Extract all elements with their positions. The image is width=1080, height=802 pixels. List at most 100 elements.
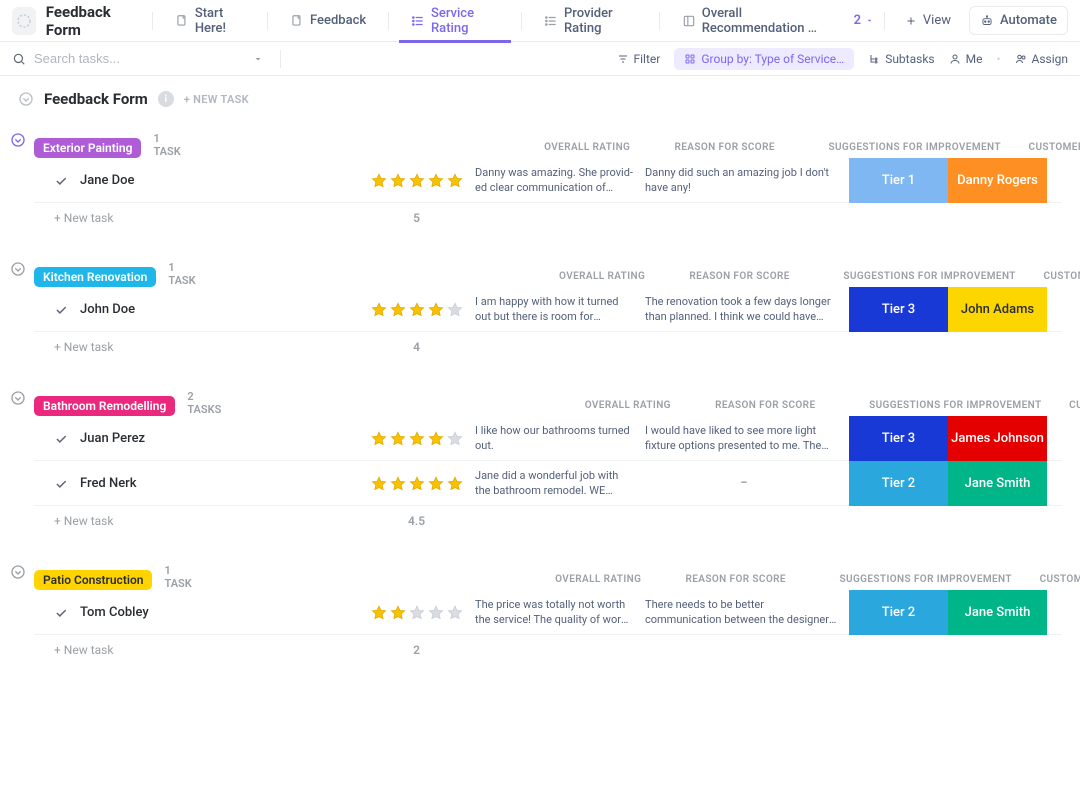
customer-tier-cell[interactable]: Tier 2 (849, 461, 948, 506)
service-provider-cell[interactable]: Jane Smith (948, 590, 1047, 635)
tab-label: Service Rating (431, 6, 499, 36)
subtasks-button[interactable]: Subtasks (868, 52, 934, 66)
col-customer-tier: CUSTOMER TIER (1020, 142, 1080, 153)
new-task-link[interactable]: + New task (34, 211, 364, 225)
table-row[interactable]: Jane Doe Danny was amazing. She provid­e… (34, 158, 1062, 203)
separator (659, 12, 660, 30)
assign-label: Assign (1032, 52, 1069, 66)
col-reason: REASON FOR SCORE (680, 400, 850, 411)
new-task-button[interactable]: + NEW TASK (184, 93, 249, 106)
star-icon (427, 604, 445, 622)
service-provider-cell[interactable]: John Adams (948, 287, 1047, 332)
group-pill[interactable]: Bathroom Remodelling (34, 396, 175, 416)
group-by-button[interactable]: Group by: Type of Service… (674, 48, 854, 70)
task-name: Fred Nerk (80, 476, 137, 491)
plus-icon (905, 15, 917, 27)
service-provider-cell[interactable]: Danny Rogers (948, 158, 1047, 203)
task-name: Jane Doe (80, 173, 135, 188)
star-icon (408, 430, 426, 448)
tab-service-rating[interactable]: Service Rating (399, 0, 511, 42)
check-icon[interactable] (54, 174, 68, 188)
info-icon[interactable]: i (158, 91, 174, 107)
table-row[interactable]: Fred Nerk Jane did a wonderful job with … (34, 461, 1062, 506)
service-provider-cell[interactable]: James Johnson (948, 416, 1047, 461)
hidden-views-menu[interactable]: 2 (854, 13, 874, 28)
assign-button[interactable]: Assign (1015, 52, 1069, 66)
check-icon[interactable] (54, 606, 68, 620)
col-overall-rating: OVERALL RATING (546, 574, 651, 585)
group-pill[interactable]: Exterior Painting (34, 138, 141, 158)
group-pill[interactable]: Kitchen Renovation (34, 267, 156, 287)
collapse-toggle[interactable] (10, 390, 26, 406)
check-icon[interactable] (54, 477, 68, 491)
group-header: Bathroom Remodelling 2 TASKS . OVERALL R… (34, 390, 1062, 416)
star-icon (408, 475, 426, 493)
tab-label: Provider Rating (564, 6, 637, 36)
col-reason: REASON FOR SCORE (655, 271, 825, 282)
collapse-toggle[interactable] (10, 261, 26, 277)
new-task-link[interactable]: + New task (34, 340, 364, 354)
rating-cell[interactable] (364, 301, 469, 319)
tab-feedback[interactable]: Feedback (278, 0, 378, 42)
search-input[interactable] (34, 51, 184, 66)
customer-tier-cell[interactable]: Tier 3 (849, 416, 948, 461)
separator (884, 12, 885, 30)
doc-icon (175, 14, 189, 28)
filter-button[interactable]: Filter (617, 52, 661, 66)
group-task-count: 1 TASK (164, 564, 191, 590)
group-average: 2 (364, 643, 469, 657)
star-icon (427, 172, 445, 190)
star-icon (389, 604, 407, 622)
workspace-icon[interactable] (12, 7, 36, 35)
star-icon (446, 604, 464, 622)
users-icon (1015, 53, 1027, 65)
group: Kitchen Renovation 1 TASK . OVERALL RATI… (34, 261, 1062, 362)
tab-start-here[interactable]: Start Here! (163, 0, 257, 42)
star-icon (446, 301, 464, 319)
check-icon[interactable] (54, 432, 68, 446)
tab-overall-recommendation[interactable]: Overall Recommendation … (670, 0, 846, 42)
collapse-toggle[interactable] (10, 132, 26, 148)
collapse-toggle[interactable] (10, 564, 26, 580)
group: Patio Construction 1 TASK . OVERALL RATI… (34, 564, 1062, 665)
rating-cell[interactable] (364, 475, 469, 493)
service-provider-cell[interactable]: Jane Smith (948, 461, 1047, 506)
star-icon (389, 301, 407, 319)
chevron-down-icon[interactable] (252, 53, 264, 65)
customer-tier-cell[interactable]: Tier 1 (849, 158, 948, 203)
customer-tier-cell[interactable]: Tier 2 (849, 590, 948, 635)
me-button[interactable]: Me (949, 52, 983, 66)
new-task-link[interactable]: + New task (34, 643, 364, 657)
chevron-down-circle-icon[interactable] (18, 91, 34, 107)
automate-label: Automate (1000, 13, 1057, 28)
task-name-cell: John Doe (34, 302, 364, 317)
tab-provider-rating[interactable]: Provider Rating (532, 0, 649, 42)
group-footer: + New task 4.5 (34, 506, 1062, 536)
automate-button[interactable]: Automate (969, 6, 1068, 35)
group-header: Patio Construction 1 TASK . OVERALL RATI… (34, 564, 1062, 590)
group-task-count: 2 TASKS (187, 390, 221, 416)
star-icon (408, 301, 426, 319)
tab-label: Feedback (310, 13, 366, 28)
tab-label: Overall Recommendation … (702, 6, 834, 36)
star-icon (370, 301, 388, 319)
check-icon[interactable] (54, 303, 68, 317)
table-row[interactable]: John Doe I am happy with how it turned o… (34, 287, 1062, 332)
star-icon (427, 430, 445, 448)
table-row[interactable]: Juan Perez I like how our bathrooms turn… (34, 416, 1062, 461)
rating-cell[interactable] (364, 604, 469, 622)
group-task-count: 1 TASK (168, 261, 195, 287)
new-task-link[interactable]: + New task (34, 514, 364, 528)
group-footer: + New task 4 (34, 332, 1062, 362)
group-average: 5 (364, 211, 469, 225)
table-row[interactable]: Tom Cobley The price was totally not wor… (34, 590, 1062, 635)
rating-cell[interactable] (364, 430, 469, 448)
group-pill[interactable]: Patio Construction (34, 570, 152, 590)
hidden-views-count: 2 (854, 13, 861, 28)
group-by-label: Group by: Type of Service… (701, 52, 844, 66)
customer-tier-cell[interactable]: Tier 3 (849, 287, 948, 332)
rating-cell[interactable] (364, 172, 469, 190)
add-view-button[interactable]: View (895, 13, 961, 28)
column-headers: . OVERALL RATING REASON FOR SCORE SUGGES… (216, 568, 1080, 590)
col-overall-rating: OVERALL RATING (575, 400, 680, 411)
